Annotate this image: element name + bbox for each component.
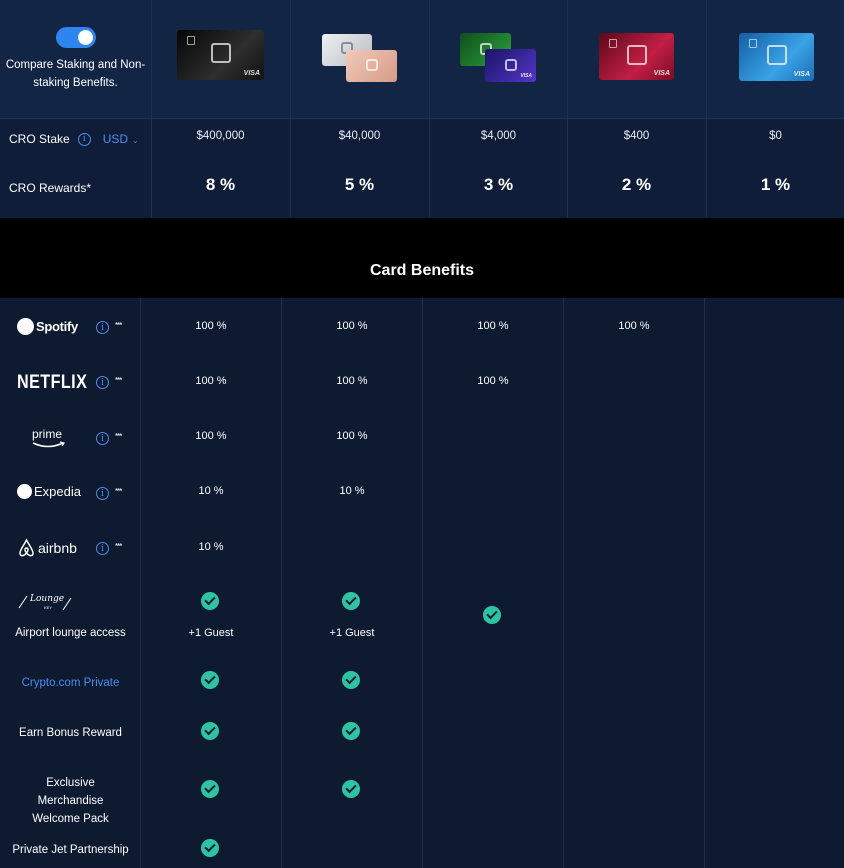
reward-value: 3 % bbox=[483, 175, 514, 194]
crypto-com-lion-icon bbox=[365, 59, 378, 71]
crypto-com-private-link[interactable]: Crypto.com Private bbox=[0, 674, 141, 692]
benefit-value: 100 % bbox=[477, 375, 509, 387]
indigo-card-image: VISA bbox=[485, 49, 536, 82]
benefit-value: 10 % bbox=[198, 541, 224, 553]
card-chip-icon bbox=[187, 36, 195, 45]
amazon-smile-icon bbox=[32, 441, 65, 448]
stake-value: $400,000 bbox=[196, 130, 245, 142]
info-icon[interactable]: i bbox=[96, 432, 109, 445]
loungekey-logo: Lounge KEY bbox=[17, 592, 77, 614]
crypto-com-lion-icon bbox=[766, 45, 787, 65]
reward-value: 1 % bbox=[760, 175, 791, 194]
merchandise-pack-label: Exclusive Merchandise Welcome Pack bbox=[32, 777, 109, 825]
stake-value: $4,000 bbox=[480, 130, 517, 142]
stake-value: $40,000 bbox=[338, 130, 381, 142]
info-icon[interactable]: i bbox=[96, 321, 109, 334]
crypto-com-lion-icon bbox=[504, 58, 517, 71]
cro-rewards-label: CRO Rewards* bbox=[9, 181, 92, 195]
chevron-down-icon: ⌄ bbox=[132, 136, 139, 145]
check-icon bbox=[201, 839, 219, 857]
check-icon bbox=[483, 606, 501, 624]
crypto-com-lion-icon bbox=[210, 43, 231, 63]
compare-toggle-group: Compare Staking and Non-staking Benefits… bbox=[0, 0, 151, 119]
earn-bonus-reward-label: Earn Bonus Reward bbox=[19, 727, 122, 739]
footnote-marker: *** bbox=[115, 432, 122, 441]
spotify-logo: Spotify bbox=[17, 318, 78, 335]
benefit-value: 100 % bbox=[195, 320, 227, 332]
check-icon bbox=[342, 592, 360, 610]
stake-value: $0 bbox=[769, 130, 782, 142]
benefit-value: 100 % bbox=[336, 320, 368, 332]
footnote-marker: *** bbox=[115, 487, 122, 496]
benefit-value: 100 % bbox=[477, 320, 509, 332]
divider bbox=[563, 298, 564, 868]
spotify-icon bbox=[17, 318, 34, 335]
check-icon bbox=[201, 592, 219, 610]
guest-text: +1 Guest bbox=[188, 627, 234, 639]
visa-logo: VISA bbox=[653, 70, 670, 77]
check-icon bbox=[201, 722, 219, 740]
card-chip-icon bbox=[609, 39, 617, 48]
ruby-card-image: VISA bbox=[599, 33, 674, 80]
expedia-logo: Expedia bbox=[17, 484, 81, 499]
crypto-com-lion-icon bbox=[626, 44, 647, 65]
loungekey-text: Lounge bbox=[30, 594, 65, 604]
reward-value: 8 % bbox=[205, 175, 236, 194]
info-icon[interactable]: i bbox=[96, 487, 109, 500]
check-icon bbox=[201, 780, 219, 798]
brand-name: Expedia bbox=[34, 484, 81, 499]
cro-stake-row-label: CRO Stake i USD ⌄ bbox=[0, 130, 151, 148]
visa-logo: VISA bbox=[520, 73, 532, 79]
benefit-value: 100 % bbox=[336, 375, 368, 387]
reward-value: 2 % bbox=[621, 175, 652, 194]
footnote-marker: *** bbox=[115, 376, 122, 385]
card-chip-icon bbox=[749, 39, 757, 48]
check-icon bbox=[201, 671, 219, 689]
brand-name: Spotify bbox=[36, 319, 78, 334]
expedia-icon bbox=[17, 484, 32, 499]
section-title: Card Benefits bbox=[369, 262, 475, 279]
info-icon[interactable]: i bbox=[96, 376, 109, 389]
benefit-value: 10 % bbox=[198, 485, 224, 497]
cro-stake-label: CRO Stake bbox=[9, 132, 70, 146]
benefit-value: 100 % bbox=[336, 430, 368, 442]
benefit-value: 100 % bbox=[195, 430, 227, 442]
card-benefits-band: Card Benefits bbox=[0, 218, 844, 298]
stake-value: $400 bbox=[623, 130, 650, 142]
check-icon bbox=[342, 780, 360, 798]
rose-gold-card-image bbox=[346, 50, 397, 82]
obsidian-card-image: VISA bbox=[177, 30, 264, 80]
footnote-marker: *** bbox=[115, 321, 122, 330]
netflix-logo: NETFLIX bbox=[17, 372, 87, 394]
visa-logo: VISA bbox=[793, 71, 810, 78]
info-icon[interactable]: i bbox=[77, 132, 91, 146]
midnight-blue-card-image: VISA bbox=[739, 33, 814, 81]
currency-value: USD bbox=[102, 132, 129, 146]
guest-text: +1 Guest bbox=[329, 627, 375, 639]
brand-name: airbnb bbox=[38, 540, 77, 556]
benefit-value: 100 % bbox=[618, 320, 650, 332]
check-icon bbox=[342, 671, 360, 689]
divider bbox=[704, 298, 705, 868]
compare-toggle-label: Compare Staking and Non-staking Benefits… bbox=[5, 59, 146, 89]
info-icon[interactable]: i bbox=[96, 542, 109, 555]
loungekey-subtext: KEY bbox=[44, 605, 53, 610]
benefit-value: 10 % bbox=[339, 485, 365, 497]
compare-staking-toggle[interactable] bbox=[55, 27, 96, 48]
footnote-marker: *** bbox=[115, 542, 122, 551]
check-icon bbox=[342, 722, 360, 740]
lounge-access-label: Airport lounge access bbox=[15, 627, 126, 639]
private-jet-label: Private Jet Partnership bbox=[12, 844, 129, 856]
reward-value: 5 % bbox=[344, 175, 375, 194]
airbnb-icon bbox=[19, 538, 34, 557]
brand-name: prime bbox=[32, 427, 63, 441]
toggle-knob bbox=[77, 30, 93, 45]
visa-logo: VISA bbox=[243, 70, 260, 77]
cro-rewards-row-label: CRO Rewards* bbox=[0, 179, 151, 197]
airbnb-logo: airbnb bbox=[17, 538, 77, 558]
benefit-value: 100 % bbox=[195, 375, 227, 387]
brand-name: NETFLIX bbox=[17, 372, 88, 393]
amazon-prime-logo: prime bbox=[32, 427, 66, 449]
currency-select[interactable]: USD ⌄ bbox=[103, 132, 139, 146]
